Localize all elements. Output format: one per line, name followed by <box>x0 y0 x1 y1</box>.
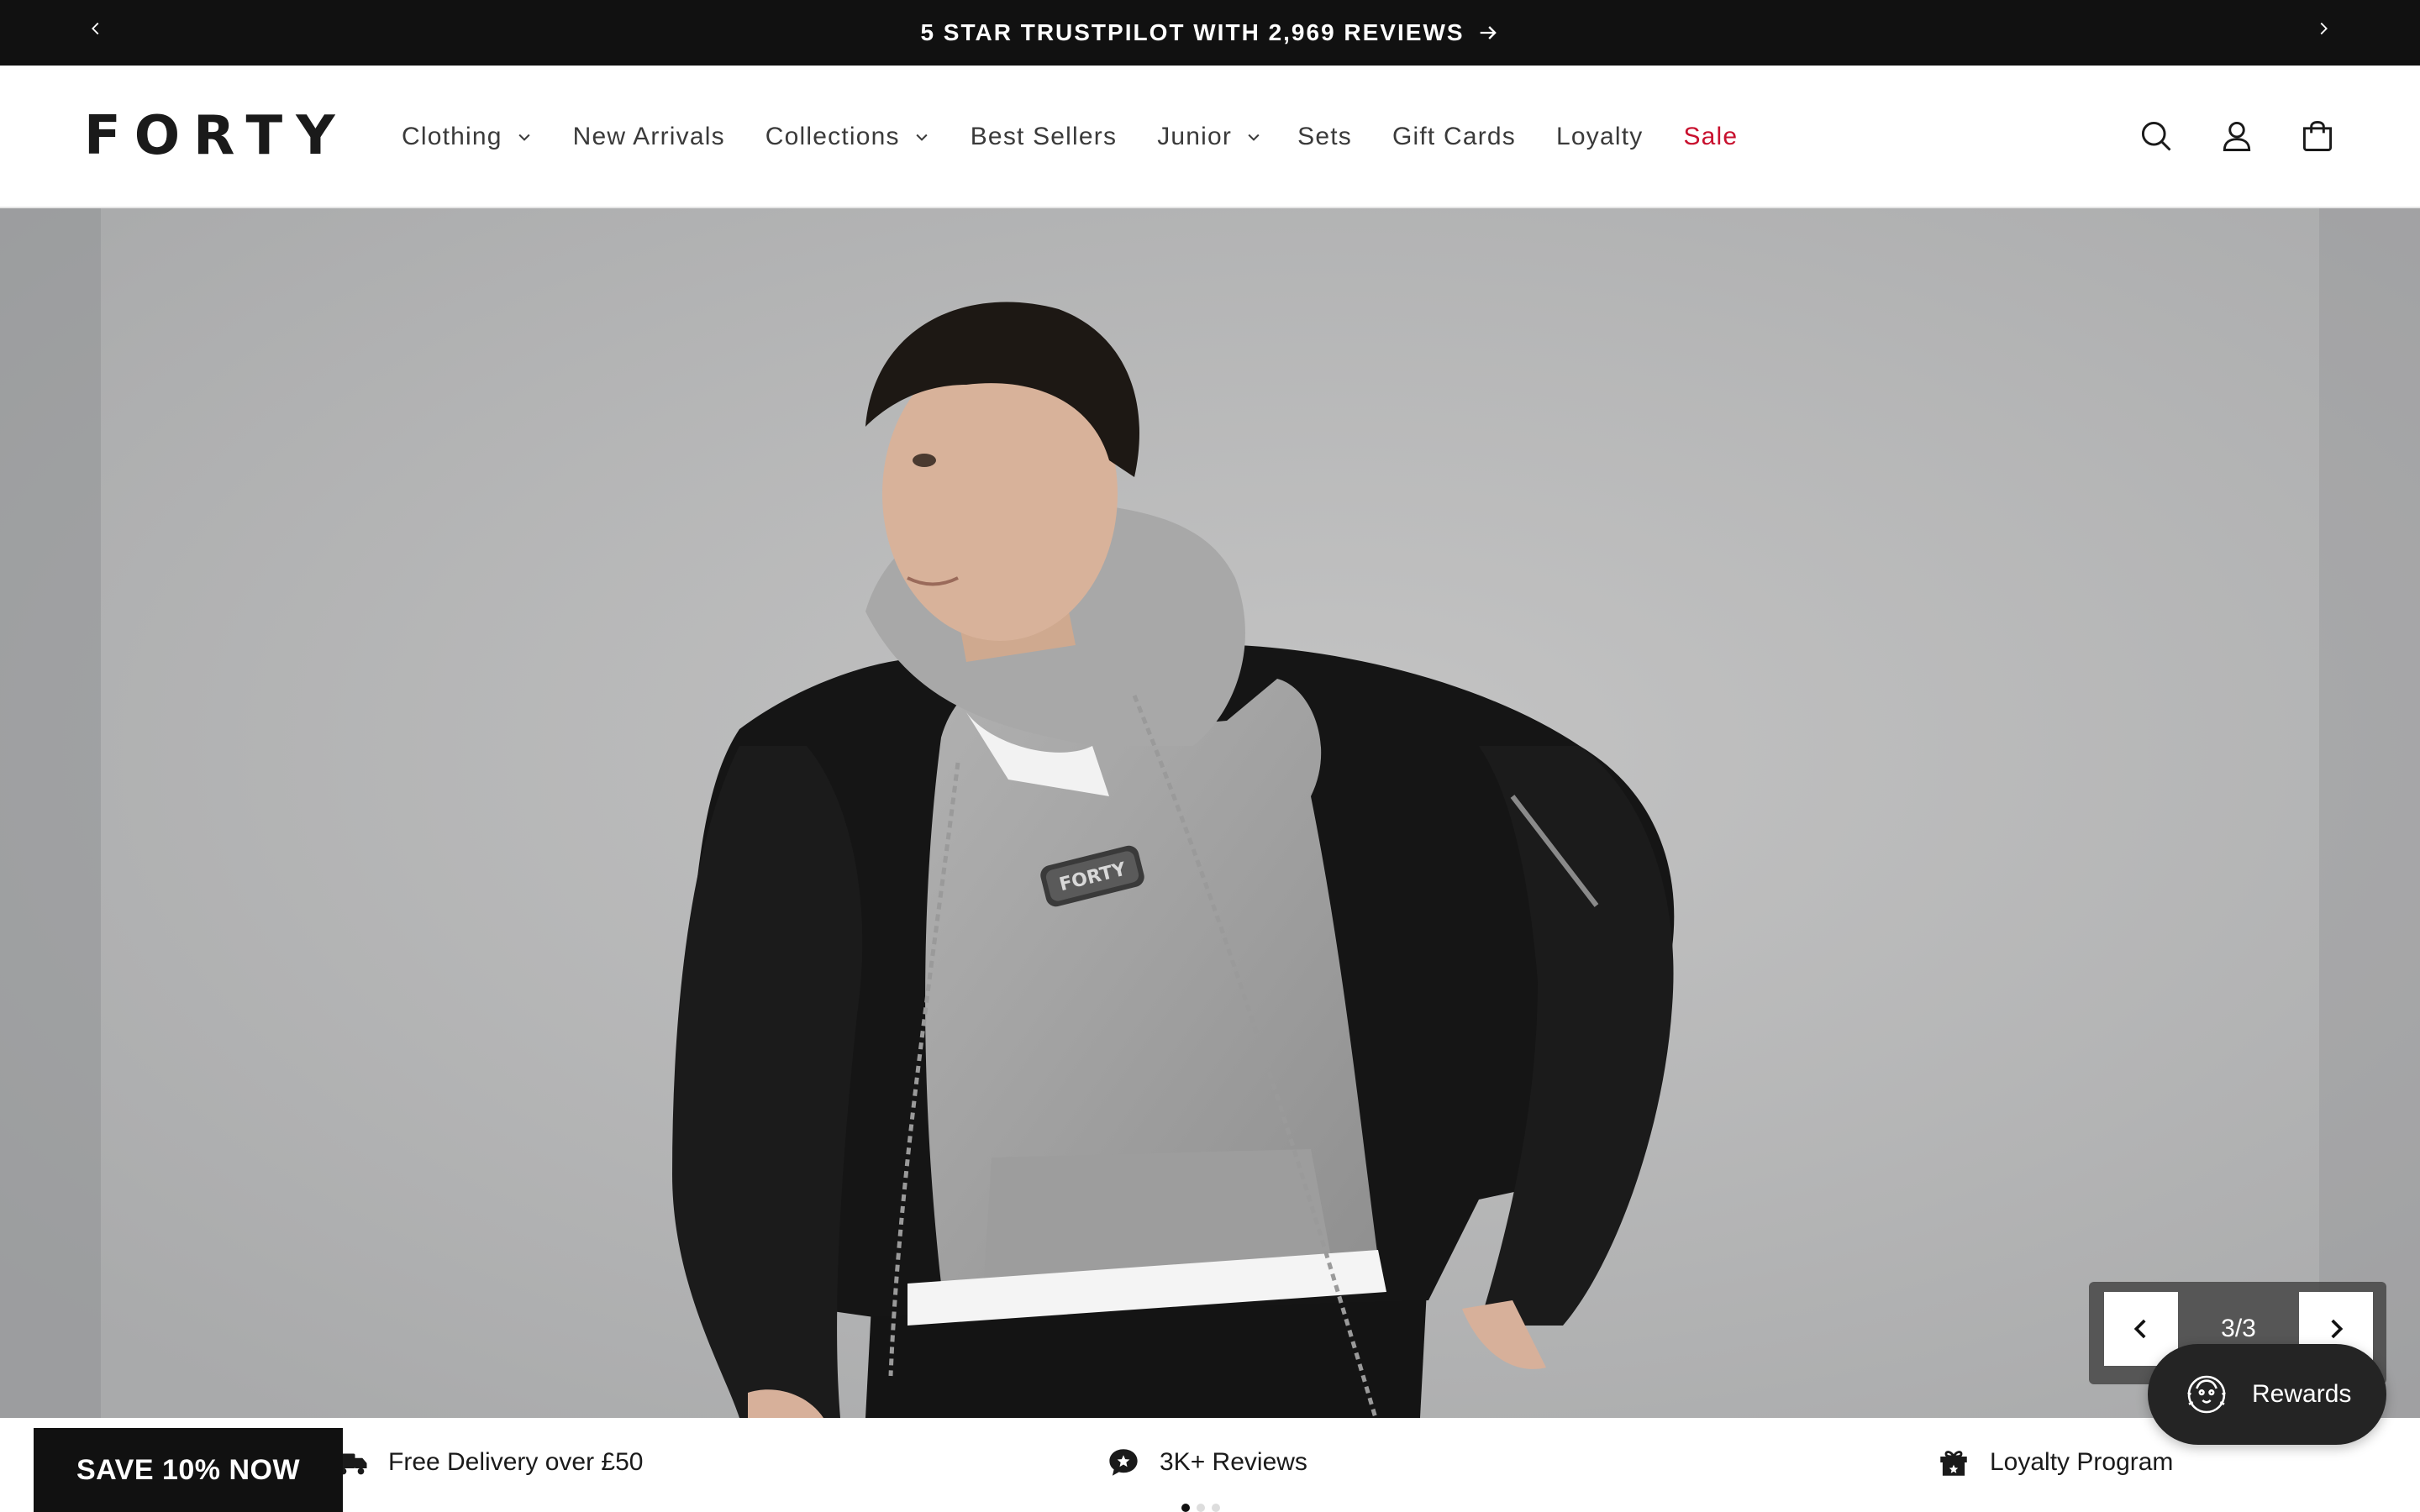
chevron-left-icon <box>2133 1319 2146 1339</box>
announcement-bar: 5 STAR TRUSTPILOT WITH 2,969 REVIEWS <box>0 0 2420 66</box>
nav-label: Junior <box>1157 123 1233 150</box>
account-icon <box>2223 121 2251 151</box>
chevron-down-icon <box>916 134 928 141</box>
brand-logo[interactable]: FORTY <box>84 109 349 163</box>
nav-item-clothing[interactable]: Clothing <box>402 123 533 151</box>
nav-item-loyalty[interactable]: Loyalty <box>1556 123 1643 151</box>
nav-item-sets[interactable]: Sets <box>1297 123 1352 151</box>
nav-label: Collections <box>765 123 900 150</box>
nav-item-junior[interactable]: Junior <box>1157 123 1262 151</box>
arrow-right-icon <box>1480 26 1497 39</box>
usp-label: Loyalty Program <box>1990 1448 2174 1476</box>
save-10-button[interactable]: SAVE 10% NOW <box>34 1428 343 1512</box>
nav-item-collections[interactable]: Collections <box>765 123 930 151</box>
usp-item-reviews: 3K+ Reviews <box>1106 1441 1307 1483</box>
search-icon <box>2141 121 2171 151</box>
header-icons <box>2134 114 2339 158</box>
chevron-right-icon <box>2320 22 2328 35</box>
nav-label: Sets <box>1297 123 1352 150</box>
cart-button[interactable] <box>2296 114 2339 158</box>
nav-label: Best Sellers <box>970 123 1118 150</box>
announcement-text: 5 STAR TRUSTPILOT WITH 2,969 REVIEWS <box>920 19 1465 45</box>
usp-pagination <box>1181 1504 1220 1512</box>
rewards-label: Rewards <box>2252 1380 2352 1408</box>
pagination-dot[interactable] <box>1181 1504 1190 1512</box>
nav-item-new-arrivals[interactable]: New Arrivals <box>573 123 725 151</box>
announcement-link[interactable]: 5 STAR TRUSTPILOT WITH 2,969 REVIEWS <box>0 0 2420 66</box>
search-button[interactable] <box>2134 114 2178 158</box>
nav-label: Loyalty <box>1555 123 1644 150</box>
pagination-dot[interactable] <box>1212 1504 1220 1512</box>
announcement-next-button[interactable] <box>2307 12 2340 45</box>
usp-label: Free Delivery over £50 <box>388 1448 644 1476</box>
site-header: FORTY Clothing New Arrivals Collections … <box>0 66 2420 208</box>
nav-label: Gift Cards <box>1392 123 1516 150</box>
usp-bar: Free Delivery over £50 3K+ Reviews Loyal… <box>0 1418 2420 1512</box>
chevron-down-icon <box>1248 134 1260 141</box>
usp-item-delivery: Free Delivery over £50 <box>334 1441 643 1483</box>
usp-label: 3K+ Reviews <box>1160 1448 1307 1476</box>
rewards-launcher[interactable]: Rewards <box>2148 1344 2386 1445</box>
rewards-lion-icon <box>2187 1375 2226 1414</box>
nav-item-best-sellers[interactable]: Best Sellers <box>971 123 1117 151</box>
chevron-right-icon <box>2331 1319 2344 1339</box>
nav-item-gift-cards[interactable]: Gift Cards <box>1392 123 1516 151</box>
nav-item-sale[interactable]: Sale <box>1683 123 1738 151</box>
nav-label: New Arrivals <box>572 123 725 150</box>
chat-star-icon <box>1109 1449 1138 1476</box>
usp-item-loyalty: Loyalty Program <box>1936 1441 2173 1483</box>
main-nav: Clothing New Arrivals Collections Best S… <box>402 66 1738 208</box>
pagination-dot[interactable] <box>1197 1504 1205 1512</box>
hero-slideshow: FORTY 3/3 <box>0 208 2420 1418</box>
cart-icon <box>2302 121 2333 151</box>
nav-label: Sale <box>1683 123 1739 150</box>
gift-icon <box>1940 1451 1967 1476</box>
account-button[interactable] <box>2215 114 2259 158</box>
nav-label: Clothing <box>402 123 502 150</box>
chevron-down-icon <box>518 134 530 141</box>
hero-image: FORTY <box>0 208 2420 1418</box>
